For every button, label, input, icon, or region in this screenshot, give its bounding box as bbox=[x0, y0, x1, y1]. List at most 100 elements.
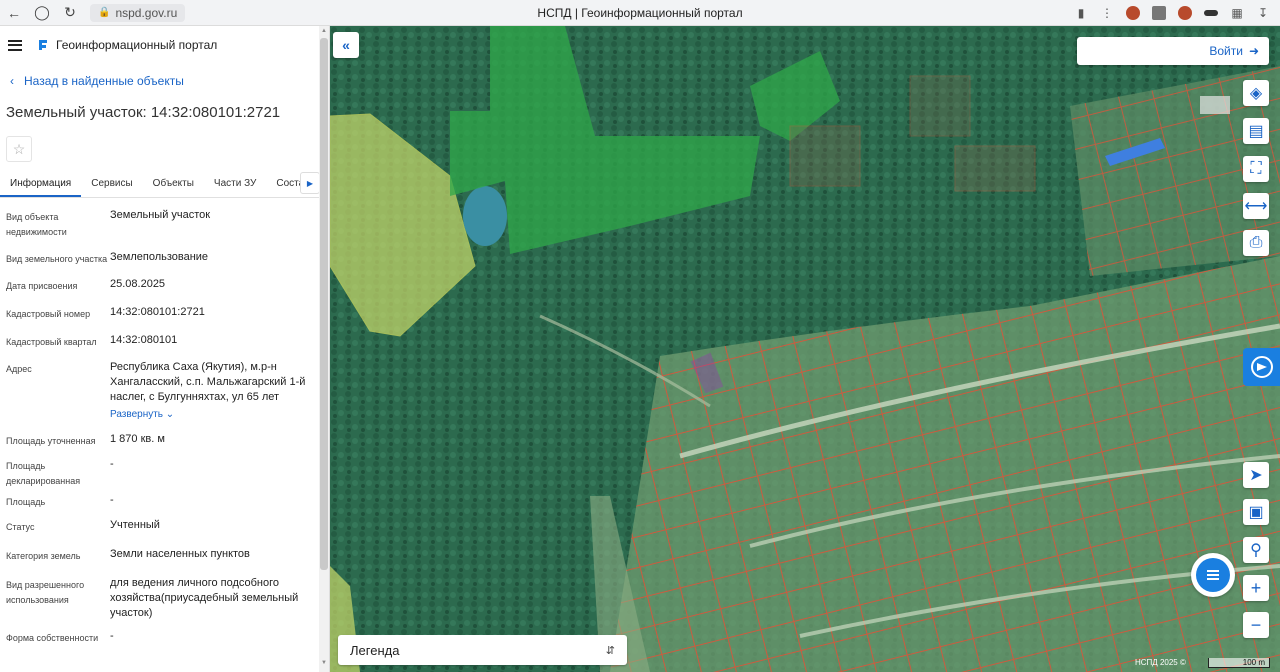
extension-icon[interactable] bbox=[1174, 2, 1196, 24]
property-key: Статус bbox=[6, 522, 35, 532]
property-value: 1 870 кв. м bbox=[110, 433, 165, 445]
property-key: Кадастровый квартал bbox=[6, 337, 97, 347]
arrow-badge-icon bbox=[1250, 356, 1273, 378]
property-key: Дата присвоения bbox=[6, 281, 78, 291]
extension-icon[interactable] bbox=[1122, 2, 1144, 24]
property-value: Земельный участок bbox=[110, 209, 211, 221]
back-arrow-icon[interactable]: ← bbox=[0, 0, 28, 26]
property-key: Вид разрешенного использования bbox=[6, 580, 85, 605]
legend-dropdown[interactable]: Легенда ⇵ bbox=[338, 635, 627, 665]
app-title: Геоинформационный портал bbox=[56, 38, 218, 52]
chat-button[interactable] bbox=[1191, 553, 1235, 597]
location-icon[interactable]: ⚲ bbox=[1243, 537, 1269, 563]
property-row: Категория земель Земли населенных пункто… bbox=[6, 547, 316, 564]
address-bar[interactable]: 🔒 nspd.gov.ru bbox=[90, 3, 186, 22]
property-value: Землепользование bbox=[110, 251, 209, 263]
property-row: Вид земельного участка Землепользование bbox=[6, 250, 316, 267]
property-key: Площадь уточненная bbox=[6, 436, 96, 446]
lock-icon: 🔒 bbox=[98, 7, 111, 18]
extension-icon[interactable] bbox=[1148, 2, 1170, 24]
tab-land-parts[interactable]: Части ЗУ bbox=[204, 170, 266, 197]
address-text: Республика Саха (Якутия), м.р-н Хангалас… bbox=[110, 361, 306, 403]
login-label: Войти bbox=[1209, 44, 1243, 58]
zoom-in-icon[interactable]: + bbox=[1243, 575, 1269, 601]
property-value: Учтенный bbox=[110, 519, 160, 531]
tabs-scroll-right-icon[interactable]: ▶ bbox=[300, 172, 320, 194]
property-value: Земли населенных пунктов bbox=[110, 548, 250, 560]
ruler-icon[interactable]: ▤ bbox=[1243, 118, 1269, 144]
property-key: Категория земель bbox=[6, 551, 81, 561]
panel-scrollbar[interactable]: ▲ ▼ bbox=[319, 26, 329, 672]
property-key: Форма собственности bbox=[6, 633, 99, 643]
favorite-star-icon[interactable]: ☆ bbox=[6, 136, 32, 162]
property-row: Вид разрешенного использования для веден… bbox=[6, 576, 316, 621]
property-value: - bbox=[110, 458, 114, 470]
chat-lines-icon bbox=[1207, 570, 1219, 580]
bookmark-icon[interactable]: ▮ bbox=[1070, 2, 1092, 24]
reload-icon[interactable]: ↻ bbox=[56, 0, 84, 26]
legend-label: Легенда bbox=[350, 642, 400, 658]
chevron-down-icon: ⌄ bbox=[165, 409, 175, 420]
property-row: Адрес Республика Саха (Якутия), м.р-н Ха… bbox=[6, 360, 316, 422]
map-canvas[interactable] bbox=[330, 26, 1280, 672]
app-header: Геоинформационный портал bbox=[0, 26, 329, 64]
browser-extensions: ▮ ⋮ ▦ ↧ bbox=[1070, 0, 1274, 26]
scroll-up-icon[interactable]: ▲ bbox=[320, 28, 328, 34]
shield-icon[interactable]: ◯ bbox=[28, 0, 56, 26]
property-value: - bbox=[110, 494, 114, 506]
map-scale: 100 m bbox=[1208, 658, 1270, 668]
extensions-puzzle-icon[interactable]: ▦ bbox=[1226, 2, 1248, 24]
navigation-icon[interactable]: ➤ bbox=[1243, 462, 1269, 488]
logo-icon bbox=[39, 40, 47, 50]
tab-information[interactable]: Информация bbox=[0, 170, 82, 197]
property-row: Вид объекта недвижимости Земельный участ… bbox=[6, 208, 316, 240]
select-area-icon[interactable]: ⛶ bbox=[1243, 156, 1269, 182]
property-value: 14:32:080101:2721 bbox=[110, 306, 205, 318]
back-label: Назад в найденные объекты bbox=[24, 74, 184, 88]
side-panel-tab-icon[interactable] bbox=[1243, 348, 1280, 386]
object-title: Земельный участок: 14:32:080101:2721 bbox=[6, 104, 281, 121]
back-to-results-link[interactable]: ‹ Назад в найденные объекты bbox=[0, 64, 329, 98]
property-value: Республика Саха (Якутия), м.р-н Хангалас… bbox=[110, 360, 316, 422]
property-value: 25.08.2025 bbox=[110, 278, 166, 290]
url-text: nspd.gov.ru bbox=[115, 5, 178, 20]
property-value: 14:32:080101 bbox=[110, 334, 178, 346]
collapse-panel-button[interactable]: « bbox=[333, 32, 359, 58]
menu-icon[interactable] bbox=[8, 39, 22, 51]
more-menu-icon[interactable]: ⋮ bbox=[1096, 2, 1118, 24]
object-info-panel: Геоинформационный портал ‹ Назад в найде… bbox=[0, 26, 330, 672]
property-row: Кадастровый квартал 14:32:080101 bbox=[6, 333, 316, 350]
property-row: Статус Учтенный bbox=[6, 518, 316, 535]
extension-icon[interactable] bbox=[1200, 2, 1222, 24]
expand-label: Развернуть bbox=[110, 409, 164, 420]
property-key: Площадь bbox=[6, 497, 46, 507]
property-row: Дата присвоения 25.08.2025 bbox=[6, 277, 316, 294]
scroll-down-icon[interactable]: ▼ bbox=[320, 660, 328, 666]
expand-link[interactable]: Развернуть ⌄ bbox=[110, 407, 316, 422]
tab-objects[interactable]: Объекты bbox=[143, 170, 204, 197]
chevron-up-down-icon: ⇵ bbox=[605, 644, 615, 657]
property-row: Форма собственности - bbox=[6, 629, 316, 646]
print-icon[interactable]: ⎙ bbox=[1243, 230, 1269, 256]
satellite-map bbox=[330, 26, 1280, 672]
tab-services[interactable]: Сервисы bbox=[81, 170, 142, 197]
property-value: - bbox=[110, 630, 114, 642]
scrollbar-thumb[interactable] bbox=[320, 38, 328, 570]
info-tabs: Информация Сервисы Объекты Части ЗУ Сост… bbox=[0, 170, 320, 198]
property-row: Площадь уточненная 1 870 кв. м bbox=[6, 432, 316, 449]
download-icon[interactable]: ↧ bbox=[1252, 2, 1274, 24]
property-key: Площадь декларированная bbox=[6, 461, 81, 486]
layers-icon[interactable]: ◈ bbox=[1243, 80, 1269, 106]
login-button[interactable]: Войти ➜ bbox=[1077, 37, 1269, 65]
property-value: для ведения личного подсобного хозяйства… bbox=[110, 577, 299, 619]
share-icon[interactable]: ⟷ bbox=[1243, 193, 1269, 219]
property-key: Кадастровый номер bbox=[6, 309, 91, 319]
property-key: Вид объекта недвижимости bbox=[6, 212, 67, 237]
property-key: Вид земельного участка bbox=[6, 254, 108, 264]
property-row: Площадь - bbox=[6, 493, 316, 510]
chevron-left-icon: ‹ bbox=[10, 74, 14, 88]
picture-in-picture-icon[interactable]: ▣ bbox=[1243, 499, 1269, 525]
zoom-out-icon[interactable]: − bbox=[1243, 612, 1269, 638]
property-key: Адрес bbox=[6, 364, 32, 374]
properties-list: Вид объекта недвижимости Земельный участ… bbox=[0, 198, 316, 646]
